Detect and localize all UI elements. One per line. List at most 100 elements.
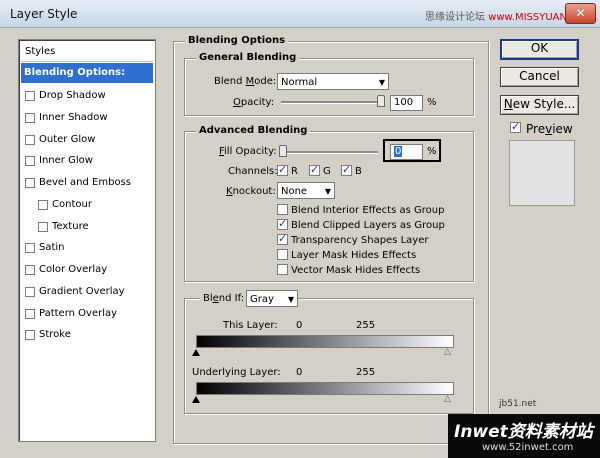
blend-mode-value: Normal xyxy=(281,77,318,88)
style-item-texture[interactable]: Texture xyxy=(21,217,153,237)
opacity-unit: % xyxy=(427,97,437,108)
style-item-inner-glow[interactable]: Inner Glow xyxy=(21,151,153,171)
knockout-label: Knockout: xyxy=(226,186,276,197)
channel-r-checkbox[interactable] xyxy=(277,163,288,176)
blend-if-label: Blend If: xyxy=(200,293,248,304)
style-item-blending-options[interactable]: Blending Options: Custom xyxy=(21,63,153,98)
preview-swatch xyxy=(509,140,575,206)
layer-mask-hides-checkbox[interactable] xyxy=(277,249,288,260)
blend-interior-checkbox[interactable] xyxy=(277,204,288,215)
style-item-stroke[interactable]: Stroke xyxy=(21,325,153,345)
underlying-layer-max: 255 xyxy=(356,367,376,378)
style-item-inner-shadow[interactable]: Inner Shadow xyxy=(21,108,153,128)
style-item-label: Outer Glow xyxy=(39,134,96,145)
style-item-label: Pattern Overlay xyxy=(39,308,118,319)
preview-label: Preview xyxy=(526,122,573,136)
contour-checkbox[interactable] xyxy=(38,200,48,210)
watermark-mid: jb51.net xyxy=(499,399,537,409)
style-item-bevel-emboss[interactable]: Bevel and Emboss xyxy=(21,173,153,193)
style-item-drop-shadow[interactable]: Drop Shadow xyxy=(21,86,153,106)
underlying-black-slider[interactable] xyxy=(192,396,200,403)
channel-b-label: B xyxy=(355,166,362,177)
this-layer-black-slider[interactable] xyxy=(192,349,200,356)
underlying-layer-gradient xyxy=(196,382,454,395)
channel-g-label: G xyxy=(323,166,331,177)
window-title: Layer Style xyxy=(10,7,78,21)
ok-button[interactable]: OK xyxy=(500,39,579,60)
color-overlay-checkbox[interactable] xyxy=(25,265,35,275)
texture-checkbox[interactable] xyxy=(38,222,48,232)
watermark-url: www.52inwet.com xyxy=(482,442,574,453)
chevron-down-icon: ▼ xyxy=(287,295,294,304)
fill-opacity-value: 0 xyxy=(394,146,403,157)
style-item-pattern-overlay[interactable]: Pattern Overlay xyxy=(21,304,153,324)
channel-b-checkbox[interactable] xyxy=(341,163,352,176)
blend-mode-select[interactable]: Normal ▼ xyxy=(277,73,389,90)
opacity-value: 100 xyxy=(394,97,414,108)
underlying-white-slider[interactable]: △ xyxy=(444,395,453,404)
this-layer-gradient xyxy=(196,335,454,348)
style-item-gradient-overlay[interactable]: Gradient Overlay xyxy=(21,282,153,302)
style-item-label: Inner Shadow xyxy=(39,112,108,123)
fill-opacity-slider-track[interactable] xyxy=(281,151,378,154)
gradient-overlay-checkbox[interactable] xyxy=(25,287,35,297)
inner-glow-checkbox[interactable] xyxy=(25,156,35,166)
blend-interior-label: Blend Interior Effects as Group xyxy=(291,205,445,216)
opacity-slider-track[interactable] xyxy=(281,101,382,104)
blend-if-value: Gray xyxy=(250,294,274,305)
watermark-brand-box: Inwet资料素材站 www.52inwet.com xyxy=(448,414,600,458)
style-item-label: Gradient Overlay xyxy=(39,286,125,297)
cancel-button[interactable]: Cancel xyxy=(500,67,579,87)
satin-checkbox[interactable] xyxy=(25,243,35,253)
blend-if-select[interactable]: Gray ▼ xyxy=(246,290,298,307)
fill-opacity-input[interactable]: 0 xyxy=(390,144,423,160)
blend-mode-label: Blend Mode: xyxy=(214,76,277,87)
vector-mask-hides-checkbox[interactable] xyxy=(277,264,288,275)
new-style-button[interactable]: New Style... xyxy=(500,95,579,115)
opacity-input[interactable]: 100 xyxy=(390,95,423,111)
this-layer-label: This Layer: xyxy=(223,320,278,331)
underlying-layer-min: 0 xyxy=(296,367,303,378)
fill-opacity-label: Fill Opacity: xyxy=(219,146,277,157)
advanced-blending-title: Advanced Blending xyxy=(196,125,311,136)
knockout-select[interactable]: None ▼ xyxy=(277,182,335,199)
opacity-slider-thumb[interactable] xyxy=(377,95,385,107)
style-item-label: Drop Shadow xyxy=(39,90,106,101)
style-item-color-overlay[interactable]: Color Overlay xyxy=(21,260,153,280)
underlying-layer-label: Underlying Layer: xyxy=(192,367,281,378)
style-item-contour[interactable]: Contour xyxy=(21,195,153,215)
channels-label: Channels: xyxy=(228,166,278,177)
knockout-value: None xyxy=(281,186,308,197)
style-item-label: Color Overlay xyxy=(39,264,108,275)
this-layer-min: 0 xyxy=(296,320,303,331)
outer-glow-checkbox[interactable] xyxy=(25,135,35,145)
this-layer-white-slider[interactable]: △ xyxy=(444,348,453,357)
styles-header: Styles xyxy=(21,42,153,62)
fill-opacity-unit: % xyxy=(427,146,437,157)
styles-list: Styles Blending Options: Custom Drop Sha… xyxy=(18,39,156,442)
layer-style-dialog: Layer Style 思缘设计论坛 www.MISSYUAN.COM ✕ St… xyxy=(0,0,600,458)
blend-if-group xyxy=(184,298,474,414)
pattern-overlay-checkbox[interactable] xyxy=(25,309,35,319)
preview-checkbox[interactable] xyxy=(510,120,521,133)
transparency-shapes-label: Transparency Shapes Layer xyxy=(291,235,429,246)
drop-shadow-checkbox[interactable] xyxy=(25,91,35,101)
style-item-label: Satin xyxy=(39,242,65,253)
blend-clipped-checkbox[interactable] xyxy=(277,217,288,230)
blending-options-title: Blending Options xyxy=(185,35,289,46)
fill-opacity-slider-thumb[interactable] xyxy=(279,145,287,157)
transparency-shapes-checkbox[interactable] xyxy=(277,232,288,245)
style-item-label: Contour xyxy=(52,199,92,210)
style-item-outer-glow[interactable]: Outer Glow xyxy=(21,130,153,150)
layer-mask-hides-label: Layer Mask Hides Effects xyxy=(291,250,417,261)
stroke-checkbox[interactable] xyxy=(25,330,35,340)
style-item-satin[interactable]: Satin xyxy=(21,238,153,258)
inner-shadow-checkbox[interactable] xyxy=(25,113,35,123)
channel-g-checkbox[interactable] xyxy=(309,163,320,176)
chevron-down-icon: ▼ xyxy=(324,187,331,196)
title-bar: Layer Style 思缘设计论坛 www.MISSYUAN.COM ✕ xyxy=(0,0,600,28)
bevel-emboss-checkbox[interactable] xyxy=(25,178,35,188)
this-layer-max: 255 xyxy=(356,320,376,331)
vector-mask-hides-label: Vector Mask Hides Effects xyxy=(291,265,421,276)
close-button[interactable]: ✕ xyxy=(565,3,596,24)
